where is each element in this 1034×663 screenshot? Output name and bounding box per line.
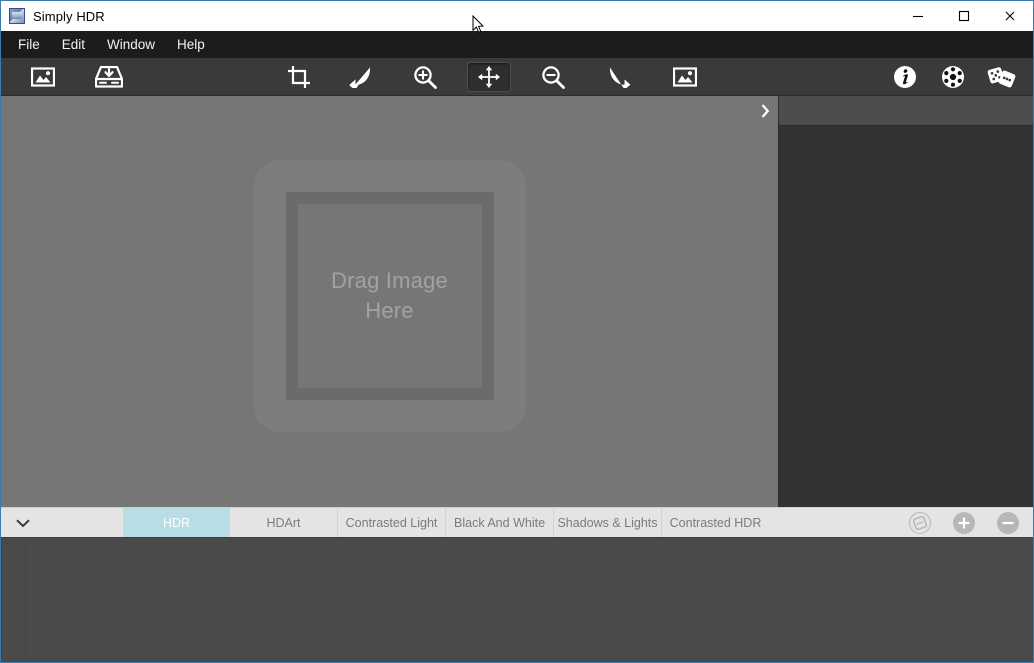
preset-tab-contrasted-light[interactable]: Contrasted Light (337, 508, 445, 537)
preset-tab-contrasted-hdr[interactable]: Contrasted HDR (661, 508, 769, 537)
photo-thumbnail-icon (9, 8, 25, 24)
title-bar[interactable]: Simply HDR (1, 1, 1033, 31)
menu-bar: File Edit Window Help (1, 31, 1033, 58)
menu-item-help[interactable]: Help (166, 34, 216, 56)
toolbar (1, 58, 1033, 96)
dice-icon[interactable] (977, 62, 1025, 92)
presets-actions (909, 508, 1019, 538)
image-canvas[interactable]: Drag Image Here (1, 96, 778, 507)
add-preset-icon[interactable] (953, 512, 975, 534)
thumbnail-filmstrip[interactable] (1, 537, 1033, 662)
maximize-icon[interactable] (941, 1, 987, 31)
chevron-right-icon[interactable] (752, 96, 778, 126)
menu-item-edit[interactable]: Edit (51, 34, 96, 56)
preset-tab-hdart[interactable]: HDArt (229, 508, 337, 537)
settings-icon[interactable] (929, 62, 977, 92)
drop-frame-inner: Drag Image Here (298, 204, 482, 388)
zoom-in-icon[interactable] (403, 62, 447, 92)
toolbar-right-group (881, 58, 1025, 96)
application-window: Simply HDR File Edit Window Help (0, 0, 1034, 663)
window-title: Simply HDR (33, 9, 105, 24)
settings-panel-header (779, 96, 1033, 126)
pan-move-icon[interactable] (467, 62, 511, 92)
save-image-icon[interactable] (87, 62, 131, 92)
menu-item-file[interactable]: File (7, 34, 51, 56)
settings-panel (778, 96, 1033, 507)
drop-zone[interactable]: Drag Image Here (254, 160, 526, 432)
menu-item-window[interactable]: Window (96, 34, 166, 56)
settings-panel-body (779, 126, 1033, 507)
main-area: Drag Image Here (1, 96, 1033, 507)
preset-tab-hdr[interactable]: HDR (123, 508, 229, 537)
chevron-down-icon[interactable] (1, 508, 123, 537)
fit-image-icon[interactable] (663, 62, 707, 92)
window-controls (895, 1, 1033, 31)
drop-frame-outer: Drag Image Here (286, 192, 494, 400)
random-preset-icon[interactable] (909, 512, 931, 534)
minimize-icon[interactable] (895, 1, 941, 31)
open-image-icon[interactable] (21, 62, 65, 92)
zoom-out-icon[interactable] (531, 62, 575, 92)
rotate-right-icon[interactable] (597, 62, 641, 92)
presets-bar: HDR HDArt Contrasted Light Black And Whi… (1, 507, 1033, 537)
remove-preset-icon[interactable] (997, 512, 1019, 534)
crop-icon[interactable] (277, 62, 321, 92)
close-icon[interactable] (987, 1, 1033, 31)
info-icon[interactable] (881, 62, 929, 92)
preset-tab-black-and-white[interactable]: Black And White (445, 508, 553, 537)
preset-tab-shadows-lights[interactable]: Shadows & Lights (553, 508, 661, 537)
rotate-left-icon[interactable] (339, 62, 383, 92)
drop-zone-label: Drag Image Here (331, 266, 448, 326)
